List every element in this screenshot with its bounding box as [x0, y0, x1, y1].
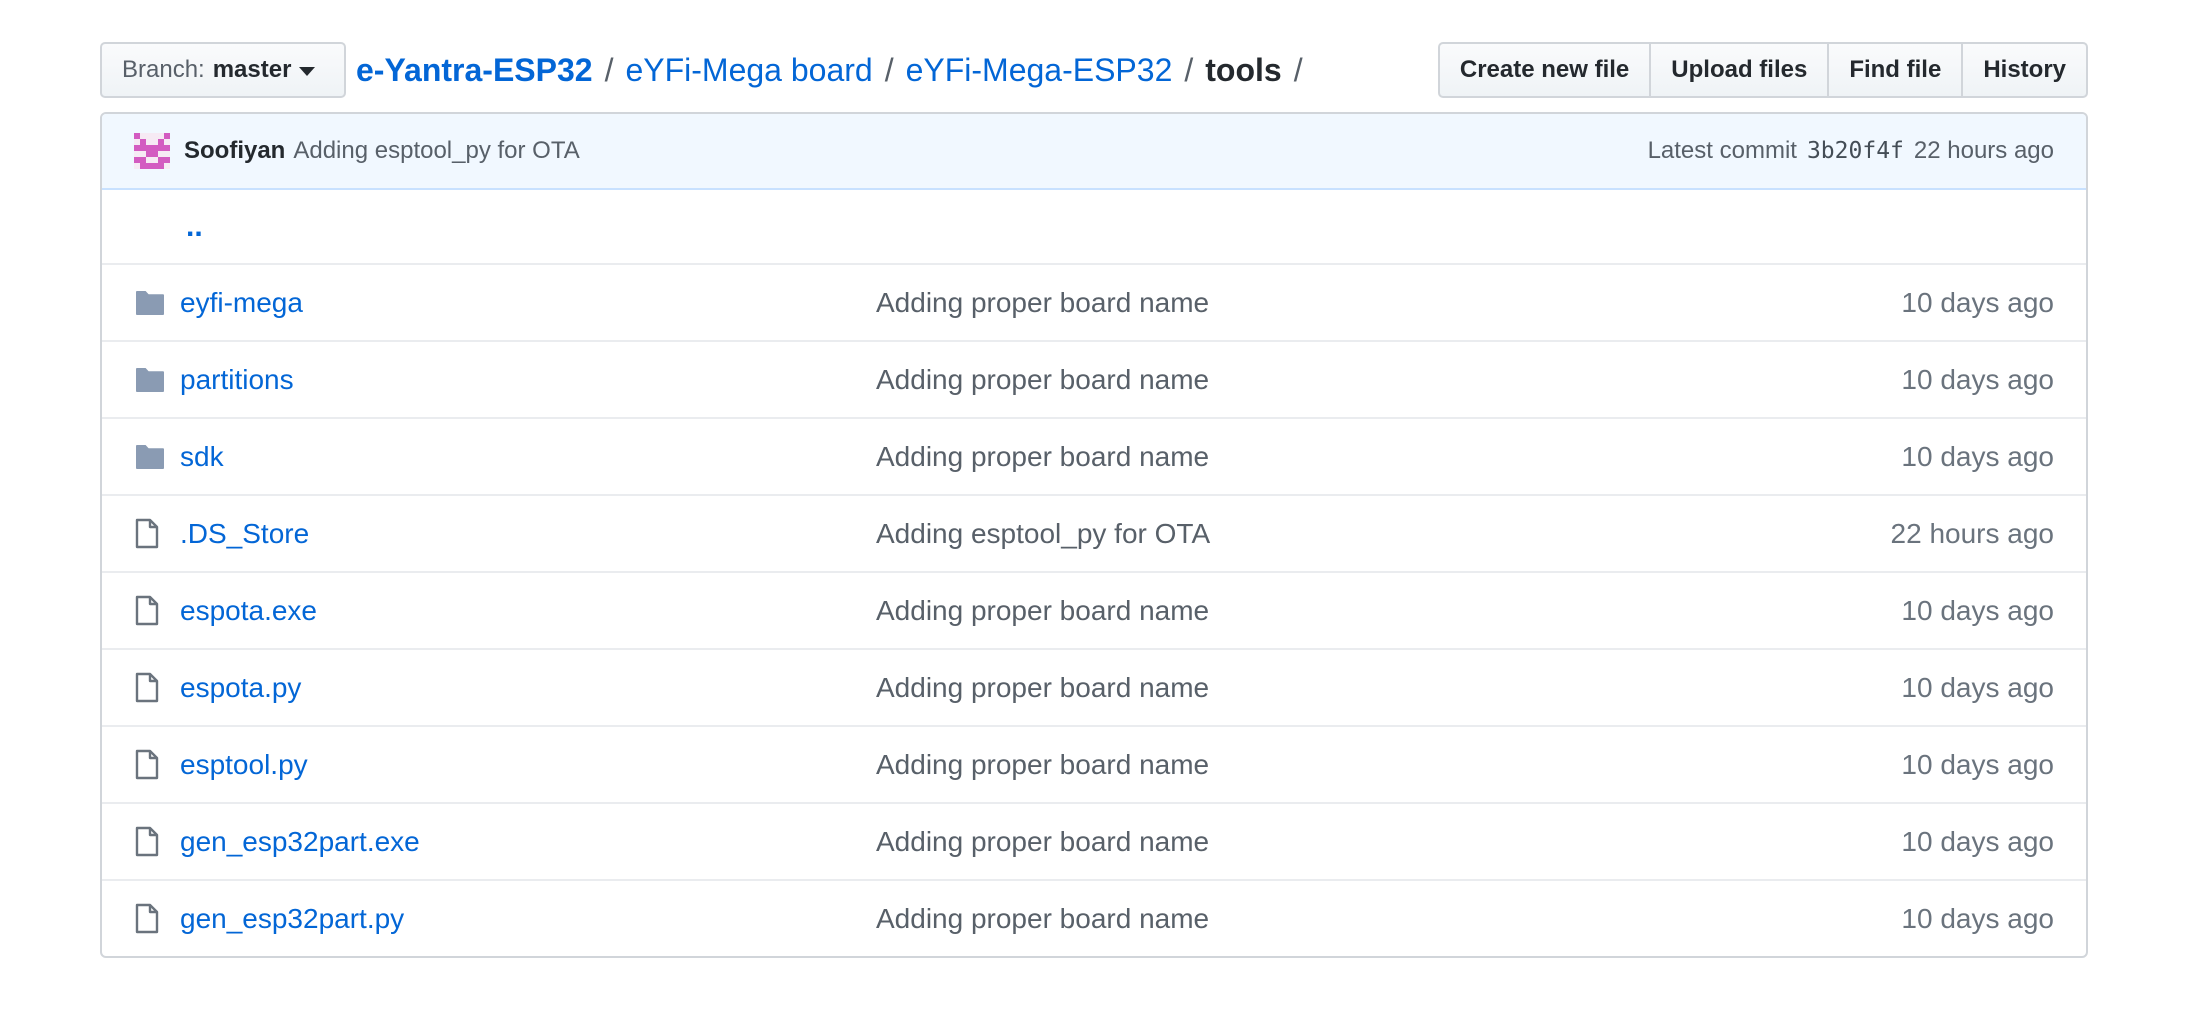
file-actions: Create new file Upload files Find file H…: [1437, 42, 2088, 98]
breadcrumb-repo-link[interactable]: e-Yantra-ESP32: [356, 52, 593, 89]
file-age: 10 days ago: [1901, 825, 2054, 857]
branch-select-button[interactable]: Branch: master: [100, 42, 346, 98]
latest-commit-label: Latest commit: [1647, 137, 1797, 164]
file-commit-message[interactable]: Adding proper board name: [876, 749, 1209, 781]
breadcrumb-separator: /: [604, 51, 614, 88]
breadcrumb-separator: /: [1184, 51, 1194, 88]
file-row[interactable]: espota.py Adding proper board name 10 da…: [102, 648, 2086, 725]
file-icon: [134, 496, 160, 571]
file-name-link[interactable]: gen_esp32part.py: [180, 903, 404, 935]
file-row[interactable]: gen_esp32part.exe Adding proper board na…: [102, 802, 2086, 879]
file-age: 10 days ago: [1901, 440, 2054, 472]
file-row[interactable]: .DS_Store Adding esptool_py for OTA 22 h…: [102, 494, 2086, 571]
file-commit-message[interactable]: Adding proper board name: [876, 364, 1209, 396]
breadcrumb-link-eyfi-mega-esp32[interactable]: eYFi-Mega-ESP32: [906, 52, 1173, 89]
file-icon: [134, 804, 160, 879]
file-name-link[interactable]: esptool.py: [180, 749, 308, 781]
file-age: 22 hours ago: [1890, 517, 2054, 549]
file-name-link[interactable]: sdk: [180, 441, 224, 473]
create-new-file-button[interactable]: Create new file: [1437, 42, 1652, 98]
file-row[interactable]: esptool.py Adding proper board name 10 d…: [102, 725, 2086, 802]
parent-dir-link[interactable]: ..: [186, 210, 203, 244]
commit-author[interactable]: Soofiyan: [184, 137, 285, 165]
file-age: 10 days ago: [1901, 671, 2054, 703]
parent-dir-row[interactable]: ..: [102, 190, 2086, 263]
breadcrumb: e-Yantra-ESP32 / eYFi-Mega board / eYFi-…: [356, 42, 1315, 98]
file-name-link[interactable]: espota.py: [180, 672, 301, 704]
file-commit-message[interactable]: Adding proper board name: [876, 672, 1209, 704]
file-row[interactable]: espota.exe Adding proper board name 10 d…: [102, 571, 2086, 648]
history-button[interactable]: History: [1961, 42, 2088, 98]
branch-name: master: [212, 56, 292, 83]
latest-commit-bar: Soofiyan Adding esptool_py for OTA Lates…: [102, 114, 2086, 190]
breadcrumb-link-eyfi-mega-board[interactable]: eYFi-Mega board: [625, 52, 872, 89]
folder-icon: [134, 265, 166, 340]
file-name-link[interactable]: partitions: [180, 364, 294, 396]
commit-age: 22 hours ago: [1913, 137, 2054, 164]
file-row[interactable]: partitions Adding proper board name 10 d…: [102, 340, 2086, 417]
commit-sha[interactable]: 3b20f4f: [1807, 138, 1904, 164]
file-icon: [134, 881, 160, 956]
file-row[interactable]: gen_esp32part.py Adding proper board nam…: [102, 879, 2086, 956]
file-commit-message[interactable]: Adding proper board name: [876, 903, 1209, 935]
file-row[interactable]: sdk Adding proper board name 10 days ago: [102, 417, 2086, 494]
file-commit-message[interactable]: Adding proper board name: [876, 287, 1209, 319]
file-icon: [134, 727, 160, 802]
folder-icon: [134, 419, 166, 494]
file-navigation: Branch: master e-Yantra-ESP32 / eYFi-Meg…: [100, 42, 2088, 100]
breadcrumb-separator: /: [884, 51, 894, 88]
folder-icon: [134, 342, 166, 417]
file-age: 10 days ago: [1901, 286, 2054, 318]
file-commit-message[interactable]: Adding proper board name: [876, 441, 1209, 473]
upload-files-button[interactable]: Upload files: [1649, 42, 1830, 98]
avatar[interactable]: [134, 133, 170, 169]
file-commit-message[interactable]: Adding proper board name: [876, 595, 1209, 627]
file-icon: [134, 650, 160, 725]
file-list: eyfi-mega Adding proper board name 10 da…: [102, 263, 2086, 956]
file-name-link[interactable]: .DS_Store: [180, 518, 309, 550]
file-name-link[interactable]: gen_esp32part.exe: [180, 826, 420, 858]
file-commit-message[interactable]: Adding esptool_py for OTA: [876, 518, 1210, 550]
file-age: 10 days ago: [1901, 748, 2054, 780]
file-age: 10 days ago: [1901, 363, 2054, 395]
file-commit-message[interactable]: Adding proper board name: [876, 826, 1209, 858]
caret-down-icon: [299, 67, 316, 76]
latest-commit-info: Latest commit 3b20f4f 22 hours ago: [1648, 114, 2054, 188]
commit-message[interactable]: Adding esptool_py for OTA: [293, 137, 579, 165]
breadcrumb-separator: /: [1293, 51, 1303, 88]
file-row[interactable]: eyfi-mega Adding proper board name 10 da…: [102, 263, 2086, 340]
file-icon: [134, 573, 160, 648]
file-name-link[interactable]: eyfi-mega: [180, 287, 303, 319]
file-age: 10 days ago: [1901, 594, 2054, 626]
find-file-button[interactable]: Find file: [1827, 42, 1964, 98]
branch-prefix: Branch:: [122, 56, 205, 83]
file-name-link[interactable]: espota.exe: [180, 595, 317, 627]
file-table: Soofiyan Adding esptool_py for OTA Lates…: [100, 112, 2088, 958]
breadcrumb-current: tools: [1205, 51, 1282, 88]
file-age: 10 days ago: [1901, 902, 2054, 934]
